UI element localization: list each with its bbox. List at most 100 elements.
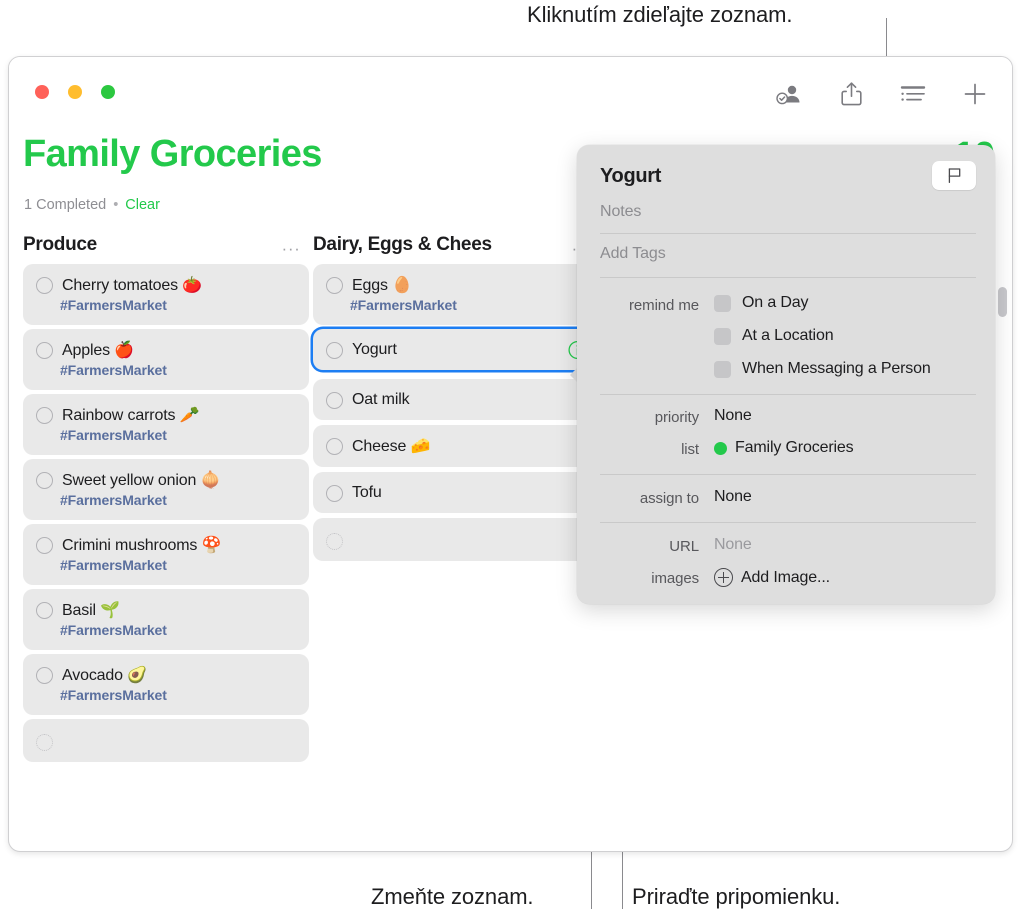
item-tag[interactable]: #FarmersMarket	[60, 492, 297, 508]
list-item[interactable]: Oat milk	[313, 379, 599, 420]
item-tag[interactable]: #FarmersMarket	[60, 362, 297, 378]
add-image-button[interactable]: Add Image...	[714, 568, 830, 587]
list-item[interactable]: Cheese 🧀	[313, 425, 599, 467]
complete-toggle[interactable]	[36, 277, 53, 294]
item-title: Yogurt	[352, 341, 397, 358]
item-tag[interactable]: #FarmersMarket	[60, 297, 297, 313]
complete-toggle[interactable]	[36, 342, 53, 359]
completed-count: 1 Completed	[24, 197, 107, 213]
complete-toggle[interactable]	[326, 277, 343, 294]
column-title: Dairy, Eggs & Chees	[313, 234, 492, 255]
item-tag[interactable]: #FarmersMarket	[60, 687, 297, 703]
complete-toggle[interactable]	[36, 602, 53, 619]
checkbox[interactable]	[714, 327, 731, 345]
item-emoji: 🥑	[127, 665, 148, 684]
list-view-icon[interactable]	[896, 77, 930, 111]
item-emoji: 🧅	[200, 470, 221, 489]
complete-toggle[interactable]	[36, 472, 53, 489]
list-item[interactable]: Cherry tomatoes 🍅 #FarmersMarket	[23, 264, 309, 325]
divider	[600, 277, 976, 278]
item-title: Basil 🌱	[62, 600, 121, 619]
item-tag[interactable]: #FarmersMarket	[60, 557, 297, 573]
complete-toggle-placeholder	[36, 734, 53, 751]
item-title: Avocado 🥑	[62, 665, 148, 684]
column-title: Produce	[23, 234, 97, 255]
complete-toggle[interactable]	[326, 342, 343, 359]
reminder-detail-popover: Yogurt Notes Add Tags remind me On a Day…	[577, 145, 995, 604]
new-item-row[interactable]	[23, 719, 309, 762]
item-emoji: 🥚	[392, 275, 412, 294]
item-emoji: 🧀	[410, 436, 431, 455]
remind-option-at-a-location[interactable]: At a Location	[714, 327, 834, 345]
remind-me-label: remind me	[629, 297, 699, 314]
url-value[interactable]: None	[714, 536, 752, 554]
item-tag[interactable]: #FarmersMarket	[60, 622, 297, 638]
assign-to-value[interactable]: None	[714, 488, 752, 506]
callout-assign-reminder: Priraďte pripomienku.	[632, 884, 841, 909]
complete-toggle[interactable]	[36, 537, 53, 554]
column-header-dairy: Dairy, Eggs & Chees ...	[313, 226, 599, 264]
item-title: Crimini mushrooms 🍄	[62, 535, 222, 554]
list-item[interactable]: Eggs 🥚 #FarmersMarket	[313, 264, 599, 325]
window-controls	[35, 85, 115, 99]
list-item[interactable]: Tofu	[313, 472, 599, 513]
list-item-selected[interactable]: Yogurt	[313, 329, 599, 370]
remind-option-when-messaging[interactable]: When Messaging a Person	[714, 360, 931, 378]
screenshot-root: Kliknutím zdieľajte zoznam. Zmeňte zozna…	[0, 0, 1027, 920]
divider	[600, 474, 976, 475]
clear-completed-button[interactable]: Clear	[125, 197, 160, 213]
priority-value[interactable]: None	[714, 407, 752, 425]
complete-toggle[interactable]	[36, 407, 53, 424]
column-more-button[interactable]: ...	[282, 237, 301, 254]
item-emoji: 🌱	[100, 600, 121, 619]
vertical-scrollbar[interactable]	[998, 287, 1007, 317]
complete-toggle[interactable]	[326, 485, 343, 502]
page-title: Family Groceries	[23, 133, 322, 175]
close-button[interactable]	[35, 85, 49, 99]
list-item[interactable]: Avocado 🥑 #FarmersMarket	[23, 654, 309, 715]
item-title: Sweet yellow onion 🧅	[62, 470, 221, 489]
window-toolbar	[772, 77, 992, 111]
checkbox[interactable]	[714, 360, 731, 378]
complete-toggle[interactable]	[326, 392, 343, 409]
popover-title: Yogurt	[600, 165, 662, 187]
flag-icon[interactable]	[932, 161, 976, 190]
list-item[interactable]: Sweet yellow onion 🧅 #FarmersMarket	[23, 459, 309, 520]
item-title: Tofu	[352, 484, 382, 501]
column-produce: Produce ... Cherry tomatoes 🍅 #FarmersMa…	[23, 226, 309, 766]
divider	[600, 394, 976, 395]
option-label: When Messaging a Person	[742, 360, 931, 377]
zoom-button[interactable]	[101, 85, 115, 99]
status-separator: •	[113, 197, 119, 213]
person-check-icon[interactable]	[772, 77, 806, 111]
list-item[interactable]: Basil 🌱 #FarmersMarket	[23, 589, 309, 650]
list-item[interactable]: Crimini mushrooms 🍄 #FarmersMarket	[23, 524, 309, 585]
priority-label: priority	[654, 409, 699, 426]
item-emoji: 🍄	[201, 535, 222, 554]
list-value[interactable]: Family Groceries	[714, 439, 854, 457]
complete-toggle-placeholder	[326, 533, 343, 550]
new-item-row[interactable]	[313, 518, 599, 561]
share-icon[interactable]	[834, 77, 868, 111]
tags-field[interactable]: Add Tags	[600, 245, 976, 263]
plus-circle-icon	[714, 568, 733, 587]
notes-field[interactable]: Notes	[600, 203, 976, 221]
item-tag[interactable]: #FarmersMarket	[60, 427, 297, 443]
checkbox[interactable]	[714, 294, 731, 312]
remind-option-on-a-day[interactable]: On a Day	[714, 294, 809, 312]
list-name: Family Groceries	[735, 439, 854, 456]
list-item[interactable]: Apples 🍎 #FarmersMarket	[23, 329, 309, 390]
list-item[interactable]: Rainbow carrots 🥕 #FarmersMarket	[23, 394, 309, 455]
plus-icon[interactable]	[958, 77, 992, 111]
item-emoji: 🍅	[182, 275, 203, 294]
add-image-label: Add Image...	[741, 568, 830, 586]
completion-status: 1 Completed • Clear	[24, 197, 160, 213]
complete-toggle[interactable]	[326, 438, 343, 455]
item-title: Rainbow carrots 🥕	[62, 405, 200, 424]
item-tag[interactable]: #FarmersMarket	[350, 297, 587, 313]
item-title: Eggs 🥚	[352, 275, 412, 294]
complete-toggle[interactable]	[36, 667, 53, 684]
minimize-button[interactable]	[68, 85, 82, 99]
images-label: images	[651, 570, 699, 587]
callout-share-list: Kliknutím zdieľajte zoznam.	[527, 2, 793, 27]
